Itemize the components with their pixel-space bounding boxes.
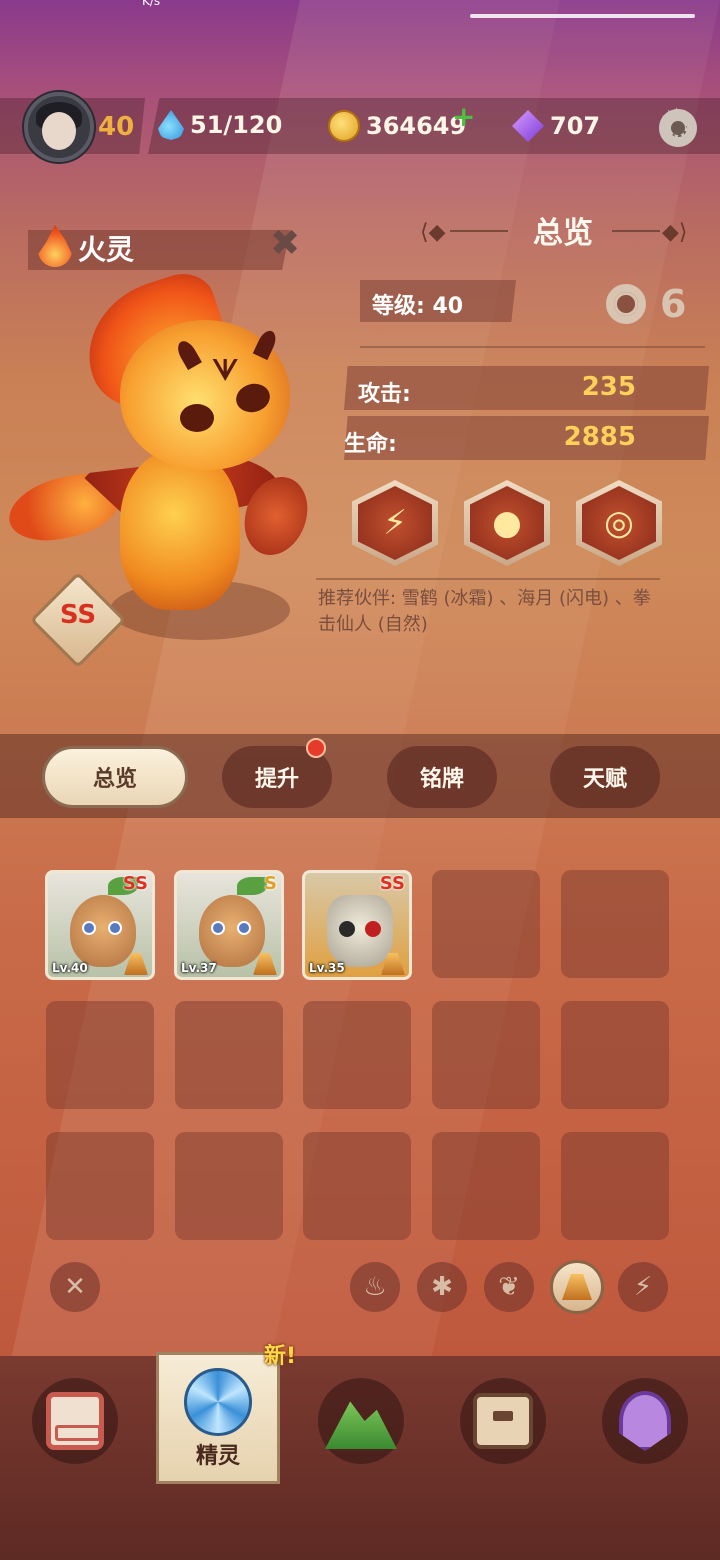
- tab-talent[interactable]: 天赋: [550, 746, 660, 808]
- skill-slot-1[interactable]: ⚡: [352, 480, 438, 566]
- rank-badge-label: SS: [59, 600, 97, 630]
- divider: [316, 578, 660, 580]
- empty-slot: [303, 1001, 411, 1109]
- empty-slot: [303, 1132, 411, 1240]
- network-speed: K/s: [142, 0, 161, 8]
- empty-slot: [175, 1001, 283, 1109]
- slash-skill-icon: ⚡: [358, 486, 432, 560]
- card-rank: S: [264, 873, 277, 894]
- swirl-skill-icon: ◎: [582, 486, 656, 560]
- nav-map[interactable]: [602, 1378, 688, 1464]
- empty-slot: [432, 870, 540, 978]
- close-icon[interactable]: ✖: [270, 224, 300, 264]
- gear-icon[interactable]: [656, 100, 700, 151]
- nature-filter-icon[interactable]: ❦: [484, 1262, 534, 1312]
- gem-counter: 707: [512, 110, 600, 142]
- hp-label: 生命:: [344, 432, 397, 457]
- card-rank: SS: [122, 873, 148, 894]
- skull-creature-icon: [327, 895, 393, 967]
- inventory-card[interactable]: SS Lv.40: [45, 870, 155, 980]
- earth-filter-icon[interactable]: [550, 1260, 604, 1314]
- empty-slot: [46, 1132, 154, 1240]
- map-pin-icon: [619, 1391, 671, 1451]
- title-ornament-left: ⟨◆: [420, 220, 446, 245]
- coin-counter: 364649: [328, 110, 466, 142]
- tab-overview[interactable]: 总览: [42, 746, 188, 808]
- creature-name: 火灵: [78, 233, 135, 266]
- title-ornament-right: ◆⟩: [662, 220, 688, 245]
- skill-slot-3[interactable]: ◎: [576, 480, 662, 566]
- inventory-card[interactable]: SS Lv.35: [302, 870, 412, 980]
- card-rank: SS: [379, 873, 405, 894]
- gem-value: 707: [550, 112, 601, 140]
- energy-drop-icon: [158, 110, 184, 140]
- clear-filter-icon[interactable]: ✕: [50, 1262, 100, 1312]
- console-icon: [46, 1392, 104, 1450]
- attack-value: 235: [581, 372, 636, 402]
- new-badge: 新!: [264, 1344, 297, 1369]
- add-coins-icon[interactable]: +: [452, 100, 475, 133]
- empty-slot: [175, 1132, 283, 1240]
- chest-icon: [473, 1393, 533, 1449]
- inventory-card[interactable]: S Lv.37: [174, 870, 284, 980]
- fire-filter-icon[interactable]: ♨: [350, 1262, 400, 1312]
- skill-slot-2[interactable]: ●: [464, 480, 550, 566]
- status-bar: K/s: [0, 0, 720, 22]
- panel-title: 总览: [533, 216, 593, 251]
- notification-dot: [306, 738, 326, 758]
- sprout-creature-icon: [70, 895, 136, 967]
- gem-icon: [512, 110, 544, 142]
- nav-home[interactable]: [32, 1378, 118, 1464]
- empty-slot: [432, 1001, 540, 1109]
- creature-level: 等级: 40: [372, 294, 464, 319]
- ring-icon[interactable]: [606, 284, 646, 324]
- nav-adventure[interactable]: [318, 1378, 404, 1464]
- spirit-icon: [184, 1368, 252, 1436]
- empty-slot: [46, 1001, 154, 1109]
- divider: [360, 346, 705, 348]
- card-level: Lv.37: [181, 961, 217, 975]
- empty-slot: [561, 870, 669, 978]
- mountain-icon: [325, 1401, 397, 1449]
- energy-value: 51/120: [190, 111, 283, 139]
- empty-slot: [432, 1132, 540, 1240]
- nav-inventory[interactable]: [460, 1378, 546, 1464]
- droplet-skill-icon: ●: [470, 486, 544, 560]
- empty-slot: [561, 1132, 669, 1240]
- player-avatar[interactable]: [24, 92, 94, 162]
- lightning-filter-icon[interactable]: ⚡: [618, 1262, 668, 1312]
- energy-counter: 51/120: [158, 110, 282, 140]
- attack-label: 攻击:: [358, 382, 411, 407]
- card-level: Lv.40: [52, 961, 88, 975]
- hp-value: 2885: [563, 422, 636, 452]
- card-level: Lv.35: [309, 961, 345, 975]
- player-level: 40: [98, 112, 135, 142]
- tab-nameplate[interactable]: 铭牌: [387, 746, 497, 808]
- recommended-partners: 推荐伙伴: 雪鹤 (冰霜) 、海月 (闪电) 、拳击仙人 (自然): [318, 588, 651, 635]
- ice-filter-icon[interactable]: ✱: [417, 1262, 467, 1312]
- coin-icon: [328, 110, 360, 142]
- sprout-creature-icon: [199, 895, 265, 967]
- empty-slot: [561, 1001, 669, 1109]
- nav-spirits-label: 精灵: [195, 1444, 240, 1469]
- status-indicator-line: [470, 14, 695, 18]
- lock-icon[interactable]: 6: [660, 282, 686, 326]
